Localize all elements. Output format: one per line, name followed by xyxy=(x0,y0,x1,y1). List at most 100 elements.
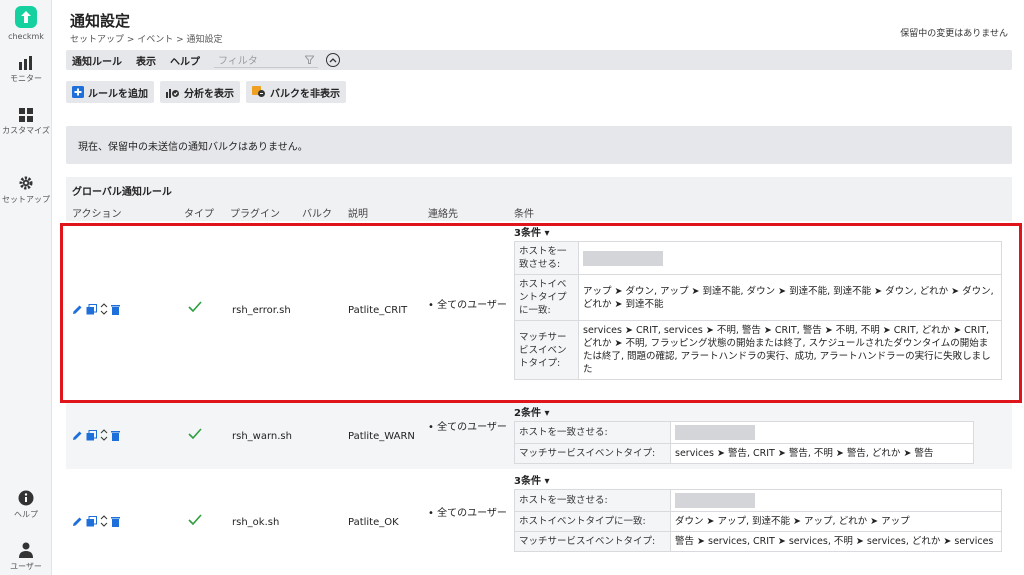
grid-icon xyxy=(19,108,33,122)
rule-description: Patlite_WARN xyxy=(348,431,415,442)
filter-input[interactable]: フィルタ xyxy=(214,52,318,68)
sidebar-item-label: カスタマイズ xyxy=(2,126,50,135)
redacted-host xyxy=(675,425,755,440)
plugin-name: rsh_ok.sh xyxy=(232,517,280,528)
sidebar-item-label: モニター xyxy=(10,74,42,83)
menu-display[interactable]: 表示 xyxy=(136,53,156,68)
add-rule-label: ルールを追加 xyxy=(88,88,148,100)
sidebar-item-customize[interactable]: カスタマイズ xyxy=(0,108,52,136)
condition-value: アップ ➤ ダウン, アップ ➤ 到達不能, ダウン ➤ 到達不能, 到達不能 … xyxy=(578,274,1002,321)
gear-icon xyxy=(19,176,33,190)
menu-notification-rules[interactable]: 通知ルール xyxy=(72,53,122,68)
sidebar: checkmk モニター カスタマイズ セットアップ ヘルプ ユーザー xyxy=(0,0,52,575)
rule-description: Patlite_CRIT xyxy=(348,305,408,316)
clone-icon[interactable] xyxy=(86,303,97,315)
sidebar-item-label: セットアップ xyxy=(2,195,50,204)
condition-value: services ➤ CRIT, services ➤ 不明, 警告 ➤ CRI… xyxy=(578,320,1002,380)
table-row: rsh_warn.sh Patlite_WARN • 全てのユーザー 2条件 ▾… xyxy=(66,401,1012,469)
condition-value: services ➤ 警告, CRIT ➤ 警告, 不明 ➤ 警告, どれか ➤… xyxy=(670,443,974,464)
column-header-actions: アクション xyxy=(72,209,122,220)
filter-placeholder: フィルタ xyxy=(218,56,258,67)
delete-icon[interactable] xyxy=(111,304,120,315)
move-icon[interactable] xyxy=(100,303,108,315)
column-header-contacts: 連絡先 xyxy=(428,209,458,220)
show-analysis-button[interactable]: 分析を表示 xyxy=(160,81,240,103)
plugin-name: rsh_warn.sh xyxy=(232,431,292,442)
table-row: rsh_ok.sh Patlite_OK • 全てのユーザー 3条件 ▾ ホスト… xyxy=(66,469,1012,575)
pending-changes-status[interactable]: 保留中の変更はありません xyxy=(900,26,1008,39)
edit-icon[interactable] xyxy=(72,430,83,441)
sidebar-item-setup[interactable]: セットアップ xyxy=(0,175,52,205)
filter-icon xyxy=(305,55,314,64)
column-header-plugin: プラグイン xyxy=(230,209,280,220)
edit-icon[interactable] xyxy=(72,516,83,527)
conditions-table: ホストを一致させる: ホストイベントタイプに一致: ダウン ➤ アップ, 到達不… xyxy=(514,489,1002,552)
menu-help[interactable]: ヘルプ xyxy=(170,53,200,68)
move-icon[interactable] xyxy=(100,429,108,441)
conditions-table: ホストを一致させる: マッチサービスイベントタイプ: services ➤ 警告… xyxy=(514,421,974,464)
delete-icon[interactable] xyxy=(111,516,120,527)
add-icon xyxy=(72,86,84,98)
column-header-type: タイプ xyxy=(184,209,214,220)
logo-label: checkmk xyxy=(8,32,44,41)
rule-description: Patlite_OK xyxy=(348,517,399,528)
plugin-name: rsh_error.sh xyxy=(232,305,291,316)
page-title: 通知設定 xyxy=(70,12,131,30)
conditions-table: ホストを一致させる: ホストイベントタイプに一致: アップ ➤ ダウン, アップ… xyxy=(514,241,1002,380)
contacts: • 全てのユーザー xyxy=(428,422,507,433)
redacted-host xyxy=(675,493,755,508)
chevron-up-icon xyxy=(329,58,337,63)
condition-value: ダウン ➤ アップ, 到達不能 ➤ アップ, どれか ➤ アップ xyxy=(670,511,1002,532)
condition-key: マッチサービスイベントタイプ: xyxy=(514,320,579,380)
add-rule-button[interactable]: ルールを追加 xyxy=(66,81,154,103)
info-message: 現在、保留中の未送信の通知バルクはありません。 xyxy=(78,141,308,153)
bulk-icon xyxy=(252,86,266,98)
main-content: 通知設定 セットアップ > イベント > 通知設定 保留中の変更はありません 通… xyxy=(58,0,1020,575)
condition-count-toggle[interactable]: 2条件 ▾ xyxy=(514,404,549,419)
condition-key: ホストを一致させる: xyxy=(514,489,671,512)
condition-key: ホストイベントタイプに一致: xyxy=(514,274,579,321)
condition-value xyxy=(578,241,1002,275)
sidebar-item-user[interactable]: ユーザー xyxy=(0,542,52,572)
delete-icon[interactable] xyxy=(111,430,120,441)
column-header-description: 説明 xyxy=(348,209,368,220)
breadcrumb[interactable]: セットアップ > イベント > 通知設定 xyxy=(70,32,223,45)
condition-key: マッチサービスイベントタイプ: xyxy=(514,531,671,552)
contacts: • 全てのユーザー xyxy=(428,300,507,311)
clone-icon[interactable] xyxy=(86,515,97,527)
sidebar-item-help[interactable]: ヘルプ xyxy=(0,490,52,520)
checkmk-logo[interactable]: checkmk xyxy=(0,6,52,42)
condition-count-toggle[interactable]: 3条件 ▾ xyxy=(514,224,549,239)
check-icon xyxy=(188,514,202,528)
row-actions xyxy=(72,429,123,441)
check-icon xyxy=(188,428,202,442)
condition-key: ホストを一致させる: xyxy=(514,421,671,444)
table-row: rsh_error.sh Patlite_CRIT • 全てのユーザー 3条件 … xyxy=(66,221,1012,401)
analysis-icon xyxy=(166,86,180,98)
toolbar: ルールを追加 分析を表示 バルクを非表示 xyxy=(66,81,352,103)
show-analysis-label: 分析を表示 xyxy=(184,88,234,100)
sidebar-item-monitor[interactable]: モニター xyxy=(0,56,52,84)
info-icon xyxy=(18,490,34,506)
condition-count-toggle[interactable]: 3条件 ▾ xyxy=(514,472,549,487)
hide-bulk-label: バルクを非表示 xyxy=(270,88,340,100)
hide-bulk-button[interactable]: バルクを非表示 xyxy=(246,81,346,103)
collapse-menu-button[interactable] xyxy=(326,53,340,67)
check-icon xyxy=(188,301,202,315)
section-title: グローバル通知ルール xyxy=(72,187,172,198)
condition-value xyxy=(670,489,1002,512)
condition-key: ホストを一致させる: xyxy=(514,241,579,275)
contacts: • 全てのユーザー xyxy=(428,508,507,519)
clone-icon[interactable] xyxy=(86,429,97,441)
condition-key: マッチサービスイベントタイプ: xyxy=(514,443,671,464)
column-header-bulk: バルク xyxy=(302,209,332,220)
checkmk-logo-icon xyxy=(15,6,37,28)
move-icon[interactable] xyxy=(100,515,108,527)
condition-value xyxy=(670,421,974,444)
sidebar-item-label: ユーザー xyxy=(10,562,42,571)
column-header-conditions: 条件 xyxy=(514,209,534,220)
redacted-host xyxy=(583,250,663,266)
sidebar-item-label: ヘルプ xyxy=(14,510,38,519)
condition-value: 警告 ➤ services, CRIT ➤ services, 不明 ➤ ser… xyxy=(670,531,1002,552)
edit-icon[interactable] xyxy=(72,304,83,315)
